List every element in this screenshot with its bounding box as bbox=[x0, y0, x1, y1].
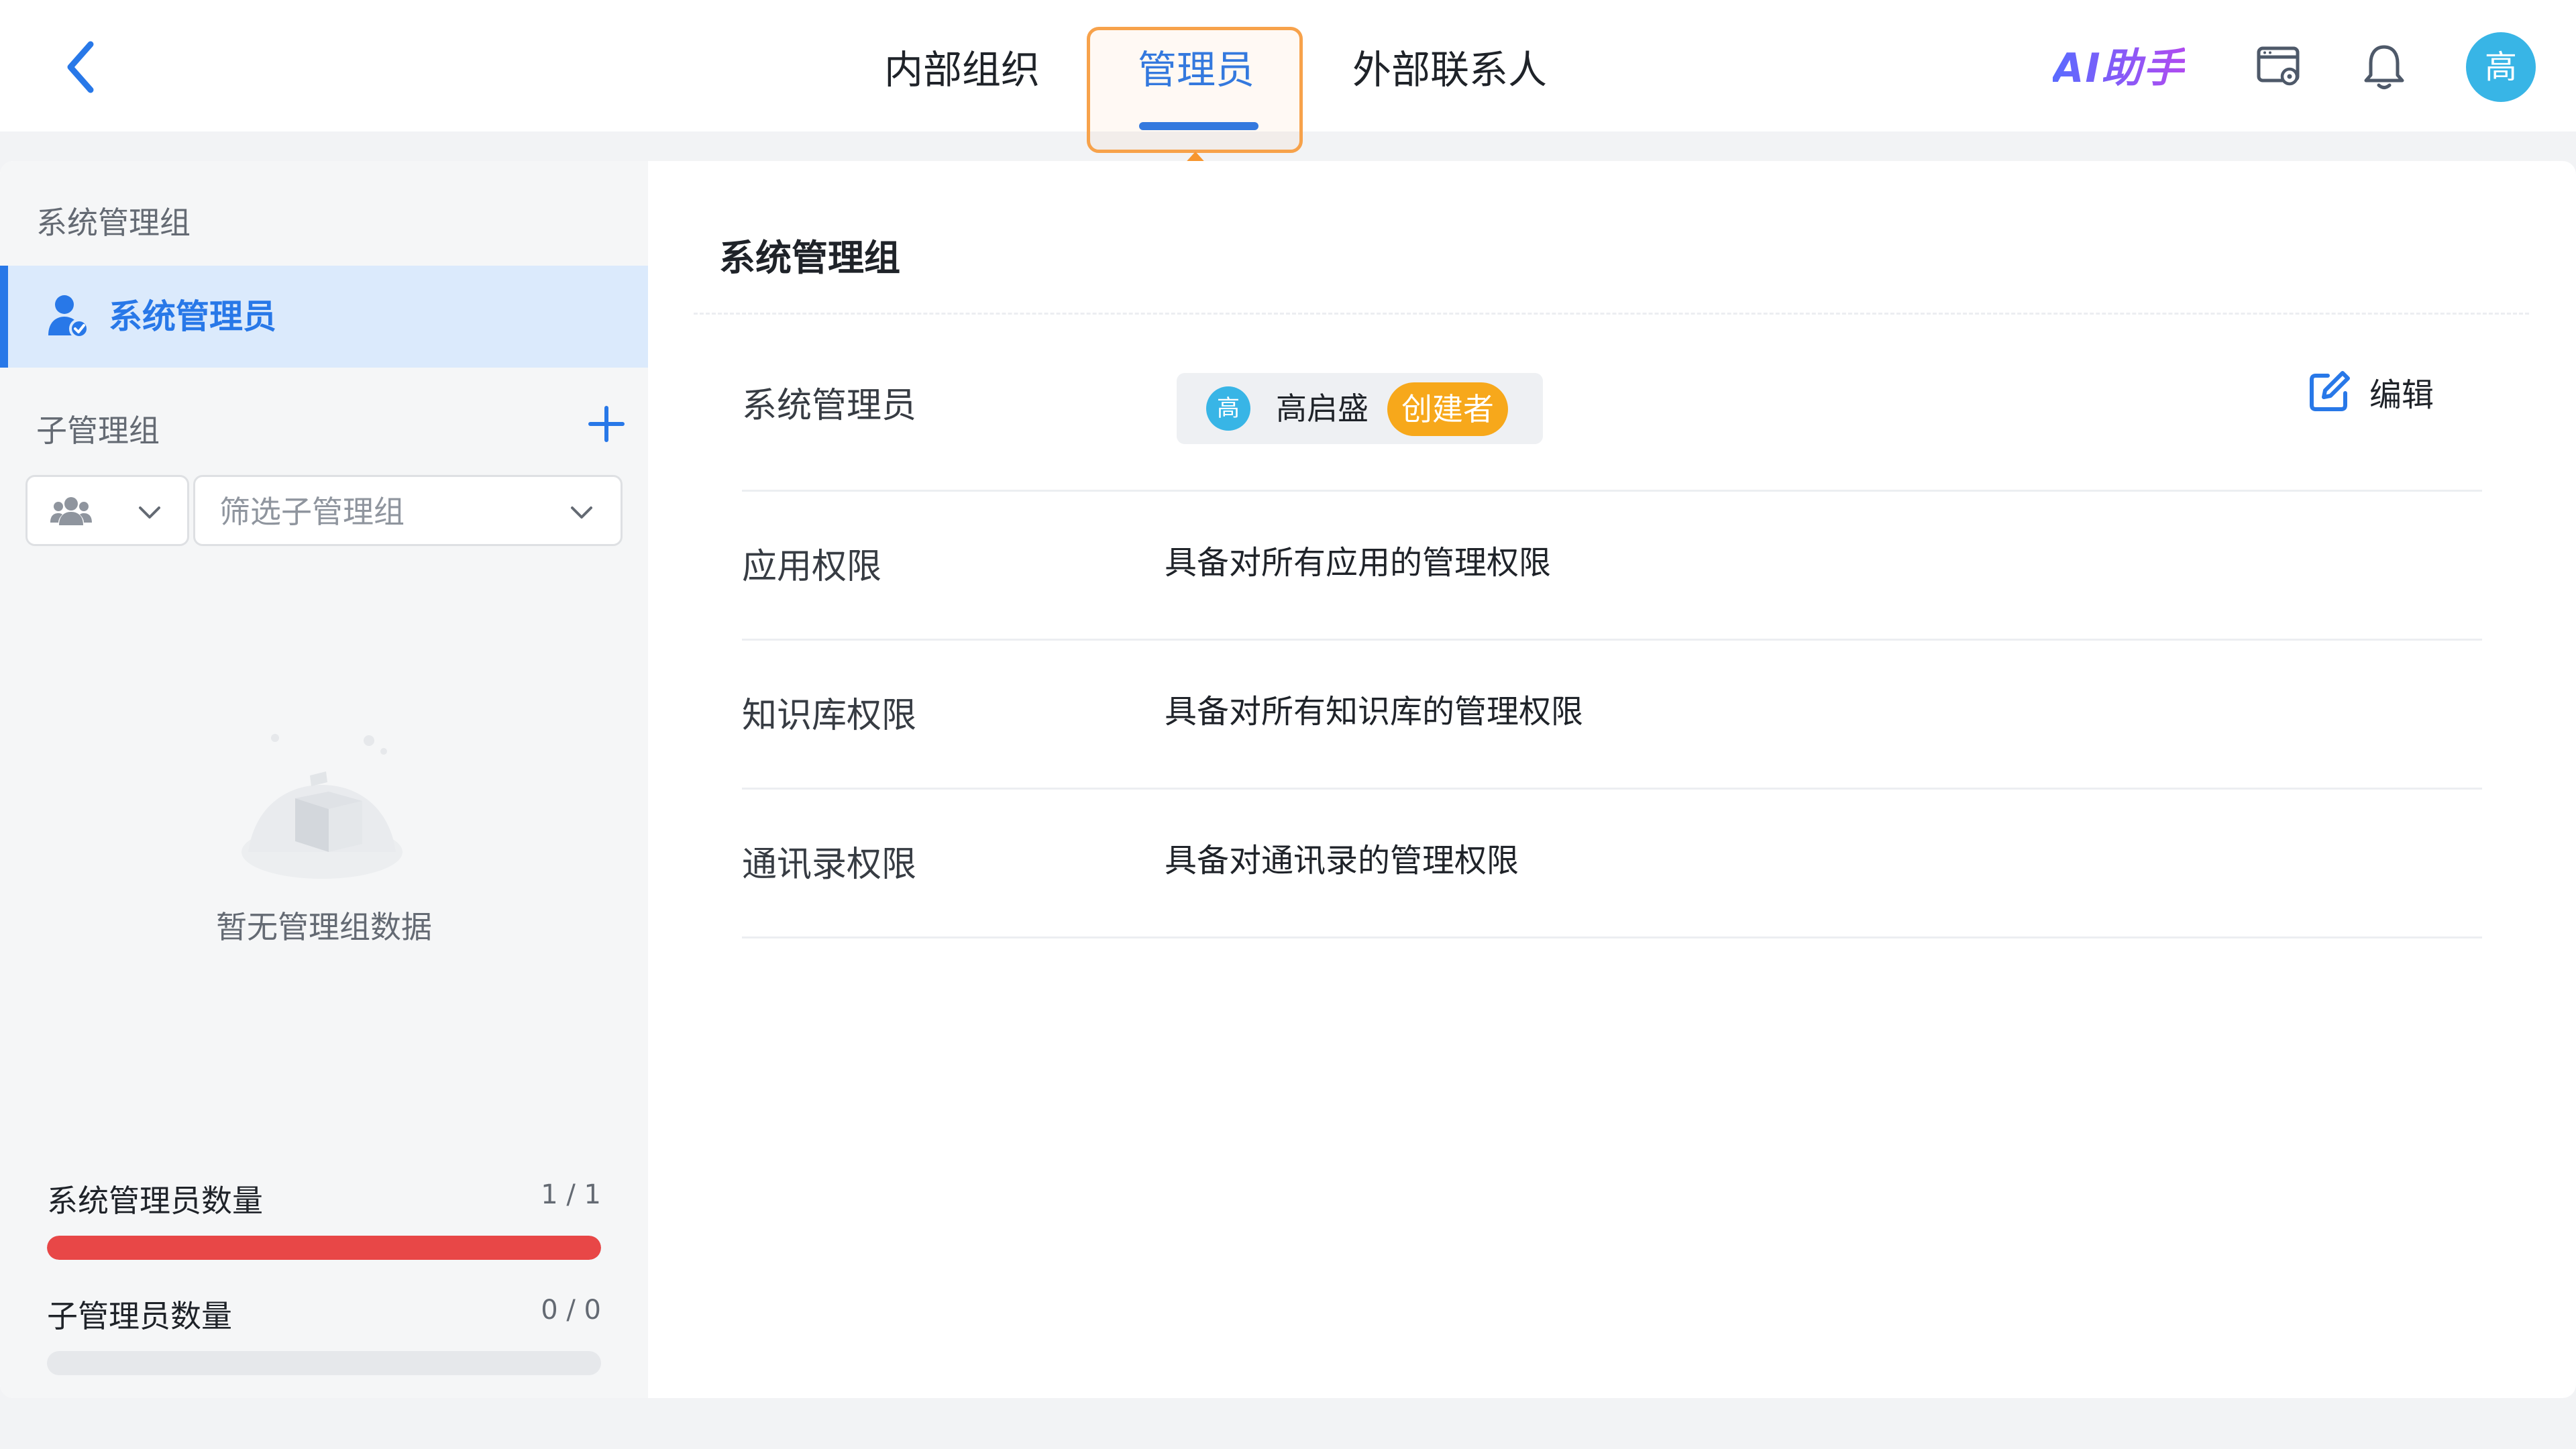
sidebar-item-system-admin[interactable]: 系统管理员 bbox=[0, 266, 648, 368]
app-permission-label: 应用权限 bbox=[742, 547, 882, 587]
system-admin-count-label: 系统管理员数量 bbox=[47, 1183, 263, 1219]
edit-button[interactable]: 编辑 bbox=[2308, 365, 2434, 419]
row-divider bbox=[742, 490, 2482, 492]
admin-name: 高启盛 bbox=[1276, 390, 1368, 427]
page-title: 系统管理组 bbox=[719, 237, 900, 279]
plus-icon bbox=[588, 406, 625, 442]
sidebar-item-label: 系统管理员 bbox=[109, 297, 276, 336]
ai-assistant-button[interactable]: AI助手 bbox=[2053, 40, 2185, 97]
tab-external-contacts[interactable]: 外部联系人 bbox=[1352, 39, 1547, 101]
tab-admins[interactable]: 管理员 bbox=[1138, 39, 1254, 101]
avatar: 高 bbox=[1206, 386, 1250, 431]
active-tab-indicator bbox=[1139, 122, 1258, 130]
sub-admin-count-label: 子管理员数量 bbox=[47, 1298, 232, 1334]
chevron-left-icon bbox=[67, 41, 94, 93]
row-divider bbox=[742, 788, 2482, 790]
sub-admin-progress-bar bbox=[47, 1351, 601, 1375]
edit-label: 编辑 bbox=[2369, 376, 2434, 414]
system-admin-progress-bar bbox=[47, 1236, 601, 1260]
creator-badge: 创建者 bbox=[1387, 382, 1508, 436]
app-permission-value: 具备对所有应用的管理权限 bbox=[1165, 544, 1552, 582]
kb-permission-value: 具备对所有知识库的管理权限 bbox=[1165, 693, 1584, 731]
tab-internal-org[interactable]: 内部组织 bbox=[884, 39, 1040, 101]
admin-console-button[interactable] bbox=[2251, 39, 2308, 95]
sub-group-filter-select[interactable]: 筛选子管理组 bbox=[193, 475, 623, 546]
selected-indicator bbox=[0, 266, 8, 368]
back-button[interactable] bbox=[54, 34, 107, 101]
sidebar: 系统管理组 系统管理员 子管理组 筛选子管理组 暂无管理组数据 系统管理员数量 … bbox=[0, 161, 648, 1398]
empty-state-text: 暂无管理组数据 bbox=[216, 909, 432, 945]
system-admin-row-label: 系统管理员 bbox=[742, 386, 917, 426]
title-divider bbox=[694, 313, 2529, 315]
filter-placeholder: 筛选子管理组 bbox=[219, 494, 405, 530]
group-type-select[interactable] bbox=[25, 475, 189, 546]
add-sub-group-button[interactable] bbox=[582, 400, 631, 448]
system-admin-count-value: 1 / 1 bbox=[541, 1179, 601, 1210]
sub-group-heading: 子管理组 bbox=[36, 413, 160, 449]
system-group-heading: 系统管理组 bbox=[36, 205, 191, 241]
sub-admin-count-value: 0 / 0 bbox=[541, 1295, 601, 1326]
notifications-button[interactable] bbox=[2356, 39, 2412, 95]
contacts-permission-label: 通讯录权限 bbox=[742, 845, 917, 885]
progress-fill bbox=[47, 1236, 601, 1260]
top-bar: 内部组织 管理员 外部联系人 AI助手 高 bbox=[0, 0, 2576, 131]
admin-user-icon bbox=[48, 295, 89, 339]
row-divider bbox=[742, 639, 2482, 641]
main-card: 系统管理组 系统管理员 子管理组 筛选子管理组 暂无管理组数据 系统管理员数量 … bbox=[0, 161, 2576, 1398]
bell-icon bbox=[2364, 45, 2404, 89]
kb-permission-label: 知识库权限 bbox=[742, 696, 917, 736]
empty-box-illustration bbox=[241, 734, 402, 879]
edit-icon bbox=[2310, 371, 2350, 411]
users-icon bbox=[50, 497, 92, 525]
admin-user-chip[interactable]: 高 高启盛 创建者 bbox=[1177, 373, 1543, 444]
window-settings-icon bbox=[2257, 46, 2300, 86]
chevron-down-icon bbox=[571, 506, 592, 519]
user-avatar[interactable]: 高 bbox=[2466, 32, 2536, 102]
row-divider bbox=[742, 936, 2482, 938]
contacts-permission-value: 具备对通讯录的管理权限 bbox=[1165, 842, 1519, 879]
chevron-down-icon bbox=[139, 506, 160, 519]
